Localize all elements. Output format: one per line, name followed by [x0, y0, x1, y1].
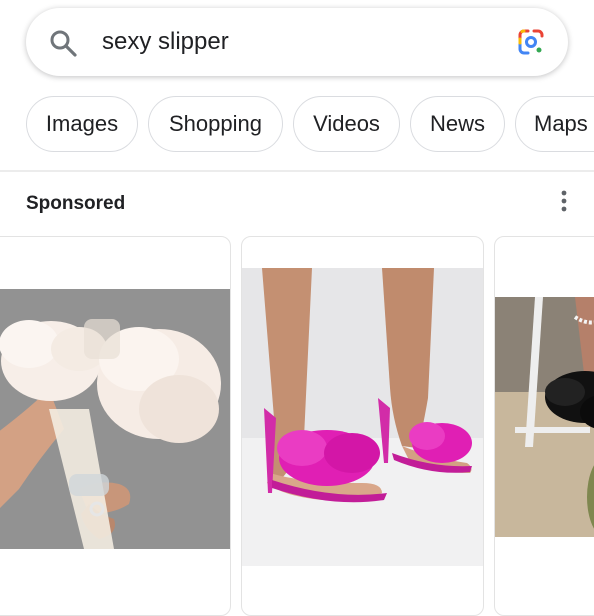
- section-divider: [0, 170, 594, 172]
- sponsored-label: Sponsored: [26, 193, 126, 214]
- product-image-black-feather-slipper[interactable]: [495, 297, 594, 537]
- product-image-white-feather-slipper[interactable]: [0, 289, 231, 549]
- product-card[interactable]: [241, 236, 484, 616]
- search-tabs: Images Shopping Videos News Maps: [0, 96, 594, 154]
- tab-news[interactable]: News: [410, 96, 505, 152]
- search-icon[interactable]: [48, 28, 78, 58]
- product-card[interactable]: [0, 236, 231, 616]
- search-bar[interactable]: sexy slipper: [26, 8, 568, 76]
- product-card[interactable]: [494, 236, 594, 616]
- tab-maps[interactable]: Maps: [515, 96, 594, 152]
- tab-videos[interactable]: Videos: [293, 96, 400, 152]
- google-lens-icon[interactable]: [516, 27, 546, 57]
- more-vertical-icon[interactable]: [556, 188, 572, 214]
- tab-images[interactable]: Images: [26, 96, 138, 152]
- tab-shopping[interactable]: Shopping: [148, 96, 283, 152]
- search-input[interactable]: sexy slipper: [102, 27, 229, 57]
- product-image-pink-feather-mule[interactable]: [242, 268, 484, 566]
